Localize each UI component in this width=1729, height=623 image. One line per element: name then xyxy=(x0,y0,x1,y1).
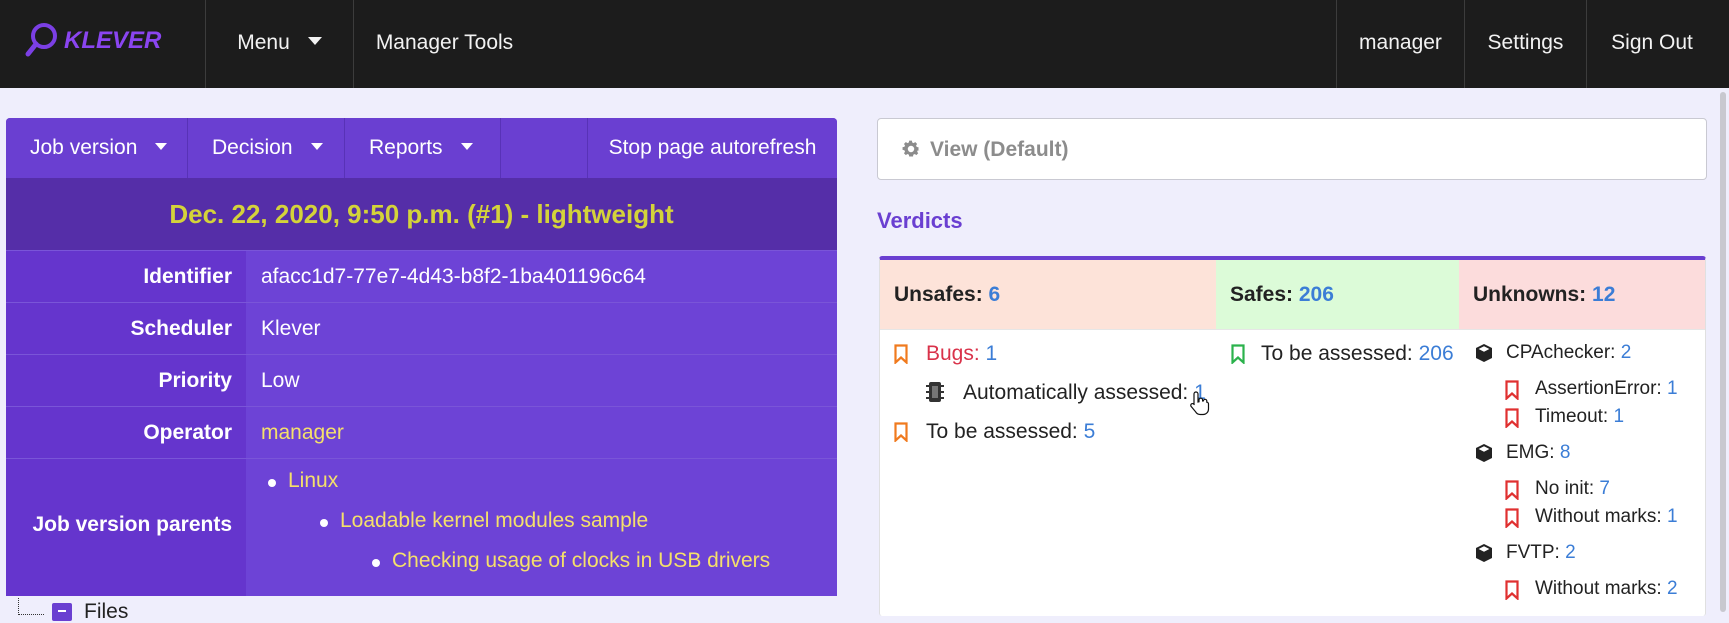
scrollbar-thumb[interactable] xyxy=(1720,92,1726,612)
parents-row: Job version parents Linux Loadable kerne… xyxy=(6,458,837,596)
identifier-value: afacc1d7-77e7-4d43-b8f2-1ba401196c64 xyxy=(246,251,837,302)
unsafes-count-link[interactable]: 6 xyxy=(989,283,1001,306)
without-marks-count-link[interactable]: 1 xyxy=(1667,506,1678,527)
parents-value: Linux Loadable kernel modules sample Che… xyxy=(246,459,837,596)
safes-count-link[interactable]: 206 xyxy=(1299,283,1334,306)
cube-icon xyxy=(1476,344,1492,362)
no-init-item: No init: 7 xyxy=(1535,478,1610,499)
view-selector[interactable]: View (Default) xyxy=(877,118,1707,180)
assertion-error-item: AssertionError: 1 xyxy=(1535,378,1678,399)
cube-icon xyxy=(1476,444,1492,462)
safe-tba-count-link[interactable]: 206 xyxy=(1419,342,1454,365)
menu-dropdown[interactable]: Menu xyxy=(205,0,353,88)
operator-link[interactable]: manager xyxy=(246,407,837,458)
assertion-count-link[interactable]: 1 xyxy=(1667,378,1678,399)
scheduler-value: Klever xyxy=(246,303,837,354)
identifier-row: Identifier afacc1d7-77e7-4d43-b8f2-1ba40… xyxy=(6,250,837,302)
job-panel: Job version Decision Reports Stop page a… xyxy=(6,118,837,596)
manager-tools-link[interactable]: Manager Tools xyxy=(353,0,535,88)
job-title: Dec. 22, 2020, 9:50 p.m. (#1) - lightwei… xyxy=(6,178,837,250)
operator-row: Operator manager xyxy=(6,406,837,458)
safe-to-be-assessed-item: To be assessed: 206 xyxy=(1261,342,1454,365)
unknowns-cell: CPAchecker: 2 AssertionError: 1 Timeout:… xyxy=(1459,330,1705,616)
identifier-label: Identifier xyxy=(6,251,246,302)
parent-link-clocks-usb[interactable]: Checking usage of clocks in USB drivers xyxy=(371,549,770,573)
verdicts-table: Unsafes: 6 Safes: 206 Unknowns: 12 Bugs:… xyxy=(879,256,1706,616)
bookmark-icon xyxy=(894,422,908,442)
user-link[interactable]: manager xyxy=(1336,0,1464,88)
chevron-down-icon xyxy=(307,37,322,46)
view-label: View (Default) xyxy=(930,138,1069,161)
unsafe-tba-count-link[interactable]: 5 xyxy=(1084,420,1096,443)
archive-icon xyxy=(52,603,72,621)
bookmark-icon xyxy=(1505,580,1519,600)
bookmark-icon xyxy=(894,344,908,364)
bugs-item: Bugs: 1 xyxy=(926,342,997,366)
reports-dropdown[interactable]: Reports xyxy=(345,118,501,178)
priority-row: Priority Low xyxy=(6,354,837,406)
unsafes-cell: Bugs: 1 Automatically assessed: 1 To be … xyxy=(880,330,1216,616)
emg-count-link[interactable]: 8 xyxy=(1560,442,1571,463)
menu-label: Menu xyxy=(237,31,290,54)
timeout-count-link[interactable]: 1 xyxy=(1614,406,1625,427)
stop-autorefresh-button[interactable]: Stop page autorefresh xyxy=(587,118,837,178)
bookmark-icon xyxy=(1505,408,1519,428)
page-scrollbar[interactable] xyxy=(1717,88,1729,623)
safes-header: Safes: 206 xyxy=(1216,260,1459,330)
job-version-dropdown[interactable]: Job version xyxy=(6,118,188,178)
files-label: Files xyxy=(84,600,129,623)
timeout-item: Timeout: 1 xyxy=(1535,406,1625,427)
parent-link-lkm-sample[interactable]: Loadable kernel modules sample xyxy=(319,509,648,533)
chevron-down-icon xyxy=(155,142,168,150)
emg-item: EMG: 8 xyxy=(1506,442,1571,463)
without-marks-count-link[interactable]: 2 xyxy=(1667,578,1678,599)
fvtp-item: FVTP: 2 xyxy=(1506,542,1576,563)
top-navbar: KLEVER Menu Manager Tools manager Settin… xyxy=(0,0,1729,88)
bookmark-icon xyxy=(1505,380,1519,400)
chevron-down-icon xyxy=(460,142,473,150)
bugs-link[interactable]: Bugs: xyxy=(926,342,980,365)
unsafes-header: Unsafes: 6 xyxy=(880,260,1216,330)
tree-connector xyxy=(18,598,44,615)
safes-cell: To be assessed: 206 xyxy=(1216,330,1459,616)
svg-text:KLEVER: KLEVER xyxy=(64,27,162,54)
settings-link[interactable]: Settings xyxy=(1464,0,1586,88)
no-init-count-link[interactable]: 7 xyxy=(1599,478,1610,499)
bookmark-icon xyxy=(1505,480,1519,500)
scheduler-row: Scheduler Klever xyxy=(6,302,837,354)
chip-icon xyxy=(926,382,944,402)
hand-cursor-icon xyxy=(1190,391,1210,416)
fvtp-count-link[interactable]: 2 xyxy=(1565,542,1576,563)
verdicts-title: Verdicts xyxy=(877,208,963,233)
priority-value: Low xyxy=(246,355,837,406)
unsafe-to-be-assessed-item: To be assessed: 5 xyxy=(926,420,1096,443)
unknowns-header: Unknowns: 12 xyxy=(1459,260,1705,330)
cube-icon xyxy=(1476,544,1492,562)
parent-link-linux[interactable]: Linux xyxy=(267,469,338,493)
klever-logo[interactable]: KLEVER xyxy=(24,20,180,60)
auto-assessed-item: Automatically assessed: 1 xyxy=(963,381,1206,404)
chevron-down-icon xyxy=(310,142,323,150)
gear-icon xyxy=(902,140,920,157)
without-marks-item: Without marks: 1 xyxy=(1535,506,1678,527)
operator-label: Operator xyxy=(6,407,246,458)
job-menu-bar: Job version Decision Reports Stop page a… xyxy=(6,118,837,178)
parents-label: Job version parents xyxy=(6,459,246,596)
decision-dropdown[interactable]: Decision xyxy=(188,118,345,178)
bookmark-icon xyxy=(1231,344,1245,364)
without-marks-item: Without marks: 2 xyxy=(1535,578,1678,599)
bugs-count-link[interactable]: 1 xyxy=(986,342,998,365)
cpachecker-item: CPAchecker: 2 xyxy=(1506,342,1632,363)
priority-label: Priority xyxy=(6,355,246,406)
cpachecker-count-link[interactable]: 2 xyxy=(1621,342,1632,363)
bookmark-icon xyxy=(1505,508,1519,528)
scheduler-label: Scheduler xyxy=(6,303,246,354)
sign-out-link[interactable]: Sign Out xyxy=(1586,0,1717,88)
unknowns-count-link[interactable]: 12 xyxy=(1592,283,1615,306)
